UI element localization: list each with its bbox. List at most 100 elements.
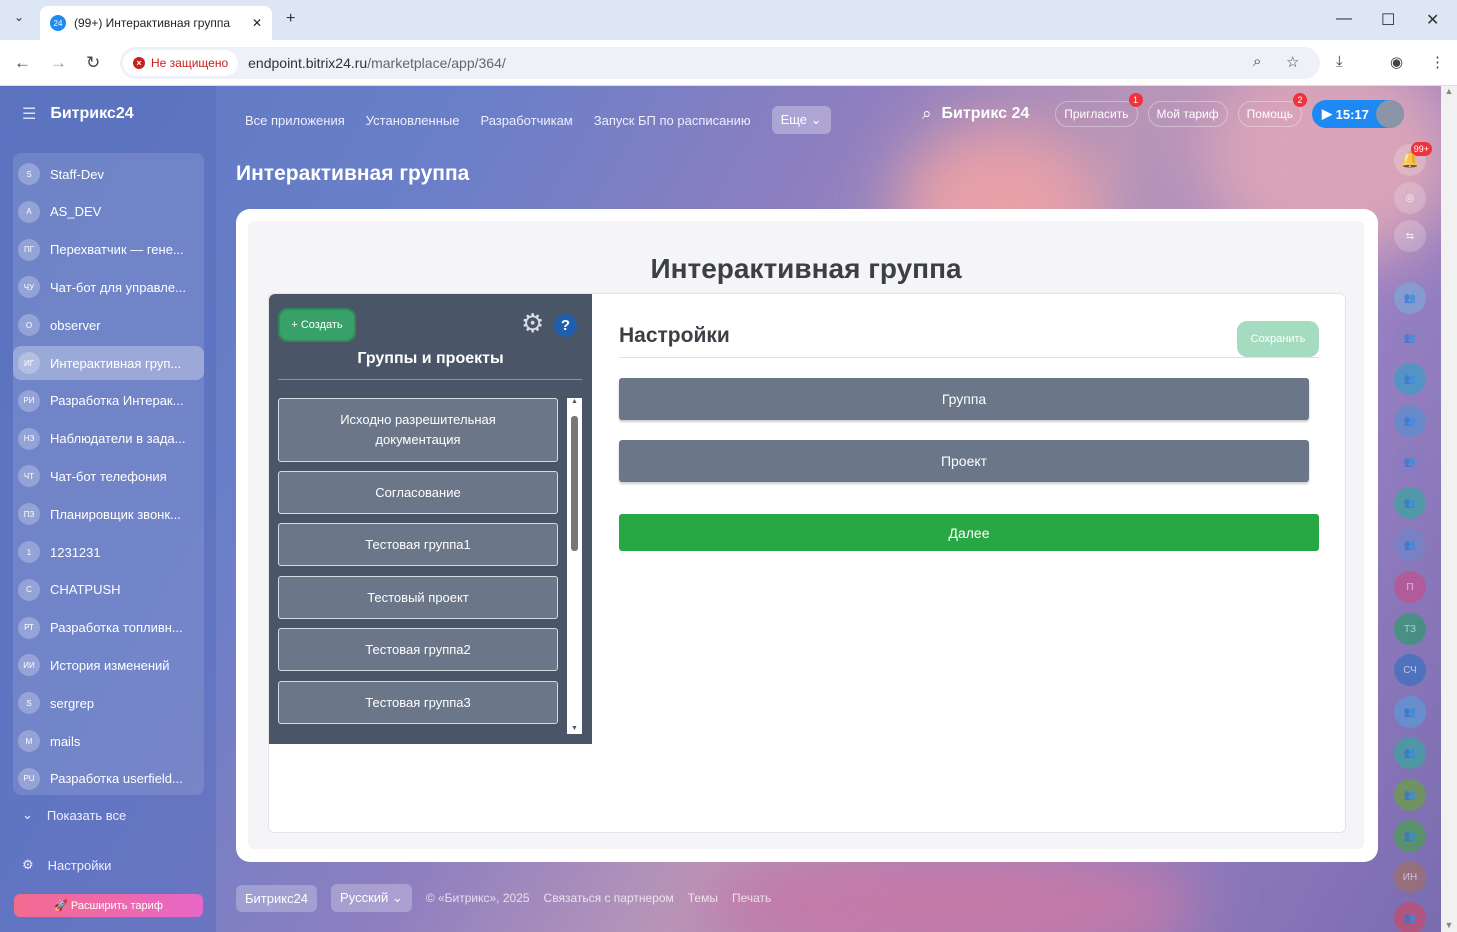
browser-tab[interactable]: 24 (99+) Интерактивная группа ✕ <box>40 6 272 40</box>
sidebar-item[interactable]: ПГ Перехватчик — гене... <box>13 233 204 267</box>
minimize-icon[interactable]: — <box>1336 10 1352 28</box>
right-bar-chat-icon[interactable]: 👥 <box>1394 405 1426 437</box>
print-link[interactable]: Печать <box>732 891 771 905</box>
invite-button[interactable]: Пригласить 1 <box>1055 93 1143 127</box>
scroll-down-icon[interactable]: ▼ <box>1441 920 1457 930</box>
sidebar-item[interactable]: 1 1231231 <box>13 535 204 569</box>
security-indicator[interactable]: × Не защищено <box>123 50 239 76</box>
menu-burger-icon[interactable]: ☰ <box>22 104 36 124</box>
sidebar-item[interactable]: НЗ Наблюдатели в зада... <box>13 422 204 456</box>
nav-all-apps[interactable]: Все приложения <box>245 113 345 128</box>
save-button[interactable]: Сохранить <box>1237 321 1319 357</box>
close-window-icon[interactable]: ✕ <box>1426 10 1439 30</box>
sidebar-item[interactable]: Mmails <box>13 724 204 758</box>
sidebar-item[interactable]: PU Разработка userfield... <box>13 762 204 796</box>
sidebar-item[interactable]: Oobserver <box>13 308 204 342</box>
create-button[interactable]: + Создать <box>278 308 356 342</box>
sidebar-item[interactable]: A AS_DEV <box>13 195 204 229</box>
gear-icon[interactable]: ⚙ <box>521 310 544 336</box>
nav-bp-schedule[interactable]: Запуск БП по расписанию <box>594 113 751 128</box>
language-select[interactable]: Русский ⌄ <box>331 884 412 912</box>
chat-icon[interactable]: ◎ <box>1394 182 1426 214</box>
group-item-button[interactable]: Тестовый проект <box>278 576 558 619</box>
right-bar-chat-icon[interactable]: ТЗ <box>1394 613 1426 645</box>
profile-icon[interactable]: ◉ <box>1390 53 1403 71</box>
right-bar-chat-icon[interactable]: 👥 <box>1394 820 1426 852</box>
group-item-button[interactable]: Согласование <box>278 471 558 514</box>
right-bar-chat-icon[interactable]: П <box>1394 571 1426 603</box>
group-item-button[interactable]: Исходно разрешительная документация <box>278 398 558 462</box>
upgrade-button[interactable]: 🚀 Расширить тариф <box>14 894 203 917</box>
scroll-up-icon[interactable]: ▲ <box>567 398 582 405</box>
search-icon[interactable]: ⌕ <box>922 104 932 124</box>
reload-icon[interactable]: ↻ <box>86 53 100 73</box>
bookmark-star-icon[interactable]: ☆ <box>1286 53 1299 71</box>
messages-icon[interactable]: ⇆ <box>1394 220 1426 252</box>
groups-scrollbar[interactable]: ▲ ▼ <box>567 398 582 734</box>
new-tab-icon[interactable]: + <box>286 10 295 28</box>
settings-button[interactable]: ⚙ Настройки <box>22 857 111 873</box>
sidebar-item[interactable]: ИИ История изменений <box>13 648 204 682</box>
nav-more-button[interactable]: Еще ⌄ <box>771 106 831 134</box>
sidebar-item-label: Интерактивная груп... <box>50 355 182 371</box>
nav-installed[interactable]: Установленные <box>366 113 460 128</box>
sidebar-item[interactable]: C CHATPUSH <box>13 573 204 607</box>
right-bar-chat-icon[interactable]: 👥 <box>1394 446 1426 478</box>
sidebar-item[interactable]: ИГ Интерактивная груп... <box>13 346 204 380</box>
right-bar-chat-icon[interactable]: СЧ <box>1394 654 1426 686</box>
right-bar-chat-icon[interactable]: 👥 <box>1394 487 1426 519</box>
work-time-button[interactable]: ▶ 15:17 <box>1312 100 1404 128</box>
sidebar-item[interactable]: ЧТ Чат-бот телефония <box>13 459 204 493</box>
url-field[interactable]: × Не защищено endpoint.bitrix24.ru/market… <box>120 47 1320 79</box>
help-icon[interactable]: ? <box>554 314 577 337</box>
right-bar-chat-icon[interactable]: 👥 <box>1394 696 1426 728</box>
scroll-up-icon[interactable]: ▲ <box>1441 86 1457 96</box>
tariff-button[interactable]: Мой тариф <box>1147 101 1228 127</box>
forward-icon[interactable]: → <box>50 53 67 73</box>
sidebar-item[interactable]: ЧУ Чат-бот для управле... <box>13 270 204 304</box>
user-avatar[interactable] <box>1376 100 1404 128</box>
maximize-icon[interactable]: ☐ <box>1381 10 1395 30</box>
right-bar-chat-icon[interactable]: 👥 <box>1394 282 1426 314</box>
nav-developers[interactable]: Разработчикам <box>480 113 572 128</box>
partner-link[interactable]: Связаться с партнером <box>544 891 674 905</box>
zoom-icon[interactable]: ⌕ <box>1253 53 1261 70</box>
option-group-button[interactable]: Группа <box>619 378 1309 420</box>
back-icon[interactable]: ← <box>14 53 31 73</box>
right-bar-chat-icon[interactable]: 👥 <box>1394 529 1426 561</box>
page-scrollbar[interactable]: ▲ ▼ <box>1441 86 1457 932</box>
avatar: O <box>18 314 40 337</box>
sidebar-item[interactable]: РТ Разработка топливн... <box>13 611 204 645</box>
right-bar-chat-icon[interactable]: 👥 <box>1394 779 1426 811</box>
right-bar-chat-icon[interactable]: 👥 <box>1394 902 1426 932</box>
help-button[interactable]: Помощь 2 <box>1237 93 1307 127</box>
right-bar-chat-icon[interactable]: 👥 <box>1394 322 1426 354</box>
group-item-button[interactable]: Тестовая группа2 <box>278 628 558 671</box>
tab-list-icon[interactable]: ⌄ <box>14 10 24 24</box>
right-bar-chat-icon[interactable]: ИН <box>1394 861 1426 893</box>
show-all-button[interactable]: ⌄ Показать все <box>22 807 126 823</box>
option-project-button[interactable]: Проект <box>619 440 1309 482</box>
menu-icon[interactable]: ⋮ <box>1430 53 1445 71</box>
avatar: S <box>18 692 40 715</box>
scrollbar-thumb[interactable] <box>571 416 578 551</box>
logo[interactable]: ☰ Битрикс24 <box>22 104 134 124</box>
sidebar-item-label: Разработка Интерак... <box>50 393 184 409</box>
scroll-down-icon[interactable]: ▼ <box>567 725 582 732</box>
top-nav: Все приложения Установленные Разработчик… <box>245 106 831 134</box>
group-item-button[interactable]: Тестовая группа3 <box>278 681 558 724</box>
sidebar-item[interactable]: Ssergrep <box>13 686 204 720</box>
next-button[interactable]: Далее <box>619 514 1319 551</box>
right-bar-chat-icon[interactable]: 👥 <box>1394 363 1426 395</box>
sidebar-item[interactable]: ПЗ Планировщик звонк... <box>13 497 204 531</box>
footer-brand[interactable]: Битрикс24 <box>236 884 318 912</box>
themes-link[interactable]: Темы <box>688 891 718 905</box>
sidebar-item[interactable]: S Staff-Dev <box>13 157 204 191</box>
close-tab-icon[interactable]: ✕ <box>252 16 262 30</box>
group-item-button[interactable]: Тестовая группа1 <box>278 523 558 566</box>
notifications-bell-icon[interactable]: 🔔 99+ <box>1394 142 1432 176</box>
right-bar-chat-icon[interactable]: 👥 <box>1394 737 1426 769</box>
footer: Битрикс24 Русский ⌄ © «Битрикс», 2025 Св… <box>236 884 771 912</box>
sidebar-item[interactable]: РИ Разработка Интерак... <box>13 384 204 418</box>
download-icon[interactable]: ⤓ <box>1336 53 1343 70</box>
